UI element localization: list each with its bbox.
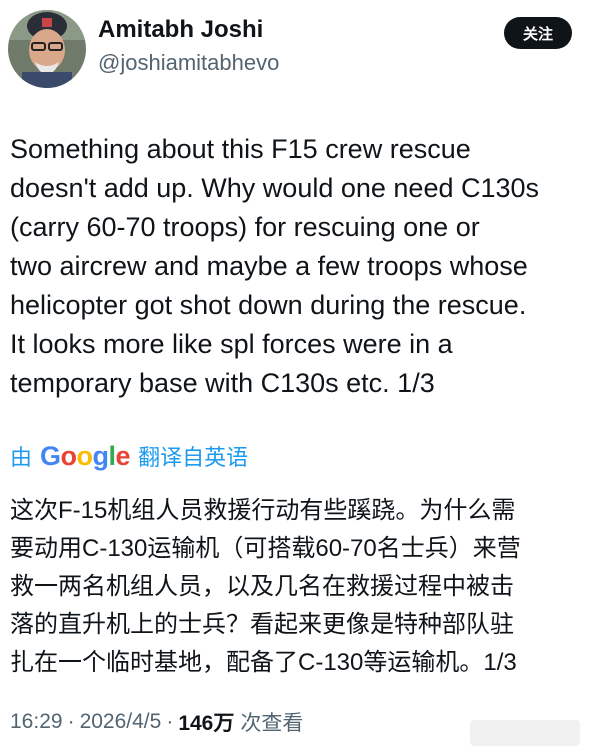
google-letter: o: [76, 440, 94, 471]
google-letter: G: [40, 440, 61, 471]
google-letter: o: [60, 440, 78, 471]
meta-separator: ·: [67, 710, 75, 733]
avatar-image: [8, 10, 86, 88]
author-names: Amitabh Joshi @joshiamitabhevo: [98, 14, 279, 78]
views-label: 次查看: [240, 712, 304, 735]
author-avatar[interactable]: [8, 10, 86, 88]
author-handle[interactable]: @joshiamitabhevo: [98, 48, 279, 78]
translated-text: 这次F-15机组人员救援行动有些蹊跷。为什么需 要动用C-130运输机（可搭载6…: [10, 497, 521, 676]
tweet-meta: 16:29 · 2026/4/5 · 146万 次查看: [10, 706, 303, 738]
watermark: [470, 720, 580, 746]
tweet-header: Amitabh Joshi @joshiamitabhevo 关注: [0, 0, 592, 96]
google-logo: Google: [40, 440, 131, 472]
views-count[interactable]: 146万: [178, 707, 234, 737]
follow-button[interactable]: 关注: [504, 17, 572, 49]
translated-from-label: 翻译自英语: [138, 445, 249, 470]
translation-attribution[interactable]: 由 Google 翻译自英语: [10, 440, 248, 472]
google-letter: l: [108, 440, 117, 471]
meta-separator: ·: [166, 710, 174, 733]
google-letter: e: [115, 440, 131, 471]
author-display-name[interactable]: Amitabh Joshi: [98, 14, 279, 46]
tweet-text: Something about this F15 crew rescue doe…: [10, 134, 540, 398]
tweet-date[interactable]: 2026/4/5: [80, 710, 162, 734]
translated-by-label: 由: [10, 445, 33, 470]
tweet-time[interactable]: 16:29: [10, 710, 63, 734]
google-letter: g: [92, 440, 110, 471]
